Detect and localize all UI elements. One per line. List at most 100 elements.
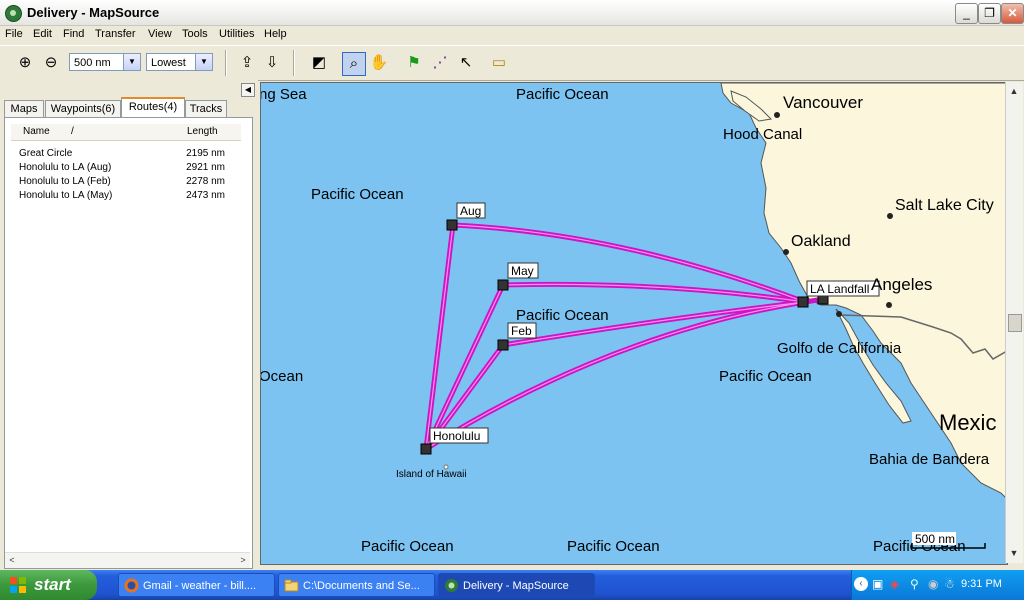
network-icon[interactable]: ▣: [872, 577, 883, 591]
waypoint-flag-tool-icon[interactable]: ⚑: [403, 52, 425, 74]
map-label-pacific-right: Pacific Ocean: [719, 368, 812, 385]
zoom-scale-value: 500 nm: [74, 57, 111, 69]
chevron-down-icon[interactable]: ▼: [195, 54, 212, 70]
waypoint-feb-marker: [497, 339, 509, 351]
menu-tools[interactable]: Tools: [182, 28, 208, 40]
scroll-right-icon[interactable]: >: [236, 553, 250, 567]
wireless-icon[interactable]: ⚲: [910, 577, 919, 591]
minimize-button[interactable]: _: [955, 3, 978, 24]
selection-arrow-tool-icon[interactable]: ↖: [455, 52, 477, 74]
show-hidden-icons-icon[interactable]: ‹: [854, 577, 868, 591]
taskbar: start Gmail - weather - bill.... C:\Docu…: [0, 570, 1024, 600]
menu-help[interactable]: Help: [264, 28, 287, 40]
map-view[interactable]: Aug May Feb Honolulu LA Landfall ng Sea …: [260, 82, 1008, 565]
map-label-hood-canal: Hood Canal: [723, 126, 802, 143]
mapsource-icon: [445, 579, 458, 592]
city-dot-san-diego: [836, 311, 842, 317]
menu-find[interactable]: Find: [63, 28, 84, 40]
waypoint-label-feb: Feb: [511, 324, 532, 338]
map-label-bering: ng Sea: [261, 86, 307, 103]
map-label-bahia: Bahia de Bandera: [869, 451, 990, 468]
distance-bearing-tool-icon[interactable]: ▭: [488, 52, 510, 74]
toolbar: ⊕ ⊖ 500 nm ▼ Lowest ▼ ⇪ ⇩ ◩ ⌕ ✋ ⚑ ⋰ ↖ ▭: [0, 45, 1024, 81]
close-button[interactable]: ✕: [1001, 3, 1024, 24]
map-label-pacific-bottom-center: Pacific Ocean: [567, 538, 660, 555]
list-item[interactable]: Honolulu to LA (Feb) 2278 nm: [19, 176, 229, 190]
zoom-tool-icon[interactable]: ⌕: [342, 52, 366, 76]
list-item[interactable]: Honolulu to LA (May) 2473 nm: [19, 190, 229, 204]
chevron-down-icon[interactable]: ▼: [123, 54, 140, 70]
waypoint-label-la: LA Landfall: [810, 282, 869, 296]
taskbar-item-label: C:\Documents and Se...: [303, 580, 420, 592]
taskbar-item-mapsource[interactable]: Delivery - MapSource: [438, 573, 595, 597]
city-dot-salt-lake: [887, 213, 893, 219]
taskbar-item-gmail[interactable]: Gmail - weather - bill....: [118, 573, 275, 597]
route-tool-icon[interactable]: ⋰: [429, 52, 451, 74]
folder-icon: [284, 579, 299, 592]
taskbar-item-label: Gmail - weather - bill....: [143, 580, 257, 592]
list-item[interactable]: Great Circle 2195 nm: [19, 148, 229, 162]
sort-indicator: /: [71, 126, 74, 137]
route-length: 2195 nm: [186, 148, 225, 159]
zoom-scale-select[interactable]: 500 nm ▼: [69, 53, 141, 71]
detail-level-value: Lowest: [151, 57, 186, 69]
restore-button[interactable]: ❐: [978, 3, 1001, 24]
waypoint-aug-marker: [446, 219, 458, 231]
clock[interactable]: 9:31 PM: [961, 578, 1002, 590]
scrollbar-thumb[interactable]: [1008, 314, 1022, 332]
taskbar-item-documents[interactable]: C:\Documents and Se...: [278, 573, 435, 597]
list-item[interactable]: Honolulu to LA (Aug) 2921 nm: [19, 162, 229, 176]
menu-bar: File Edit Find Transfer View Tools Utili…: [0, 26, 1024, 44]
scroll-up-icon[interactable]: ▲: [1007, 84, 1021, 98]
detail-level-select[interactable]: Lowest ▼: [146, 53, 213, 71]
receive-from-device-icon[interactable]: ⇪: [236, 52, 258, 74]
app-tray-icon[interactable]: ◉: [928, 577, 938, 591]
map-vertical-scrollbar[interactable]: ▲ ▼: [1005, 82, 1023, 563]
scroll-left-icon[interactable]: <: [5, 553, 19, 567]
menu-file[interactable]: File: [5, 28, 23, 40]
zoom-in-icon[interactable]: ⊕: [14, 52, 36, 74]
collapse-panel-button[interactable]: ◀: [241, 83, 255, 97]
zoom-out-icon[interactable]: ⊖: [40, 52, 62, 74]
firefox-icon: [124, 578, 139, 593]
waypoint-honolulu-marker: [420, 443, 432, 455]
map-label-angeles: Angeles: [871, 275, 932, 294]
tab-waypoints[interactable]: Waypoints(6): [45, 100, 121, 117]
map-label-vancouver: Vancouver: [783, 93, 863, 112]
column-header-length[interactable]: Length: [187, 126, 218, 137]
mapsource-app-icon[interactable]: [5, 5, 22, 22]
city-dot-vancouver: [774, 112, 780, 118]
hand-pan-tool-icon[interactable]: ✋: [368, 52, 390, 74]
toolbar-separator: [293, 50, 295, 76]
map-label-pacific-left: Pacific Ocean: [311, 186, 404, 203]
tab-routes[interactable]: Routes(4): [121, 97, 185, 119]
tab-maps[interactable]: Maps: [4, 100, 44, 117]
menu-utilities[interactable]: Utilities: [219, 28, 254, 40]
map-label-mexico: Mexic: [939, 410, 996, 435]
waypoint-la-marker: [797, 296, 809, 308]
waypoint-label-may: May: [511, 264, 534, 278]
map-label-salt-lake: Salt Lake City: [895, 197, 994, 214]
security-icon[interactable]: ◈: [890, 577, 899, 591]
column-header-name[interactable]: Name: [23, 126, 50, 137]
menu-transfer[interactable]: Transfer: [95, 28, 136, 40]
menu-view[interactable]: View: [148, 28, 172, 40]
horizontal-scrollbar[interactable]: < >: [5, 552, 250, 568]
waypoint-label-aug: Aug: [460, 204, 481, 218]
scroll-down-icon[interactable]: ▼: [1007, 546, 1021, 560]
messenger-icon[interactable]: ☃: [944, 577, 955, 591]
map-label-pacific-bottom-left: Pacific Ocean: [361, 538, 454, 555]
map-label-island-hawaii: Island of Hawaii: [396, 469, 467, 480]
map-label-oakland: Oakland: [791, 233, 851, 250]
waypoint-may-marker: [497, 279, 509, 291]
route-name: Honolulu to LA (May): [19, 190, 113, 201]
send-to-device-icon[interactable]: ⇩: [261, 52, 283, 74]
map-label-pacific-top: Pacific Ocean: [516, 86, 609, 103]
menu-edit[interactable]: Edit: [33, 28, 52, 40]
route-length: 2921 nm: [186, 162, 225, 173]
map-selection-tool-icon[interactable]: ◩: [308, 52, 330, 74]
routes-list: Name / Length Great Circle 2195 nm Honolu…: [4, 117, 253, 569]
start-button[interactable]: start: [0, 570, 97, 600]
tab-tracks[interactable]: Tracks: [185, 100, 227, 117]
windows-logo-icon: [10, 577, 26, 593]
